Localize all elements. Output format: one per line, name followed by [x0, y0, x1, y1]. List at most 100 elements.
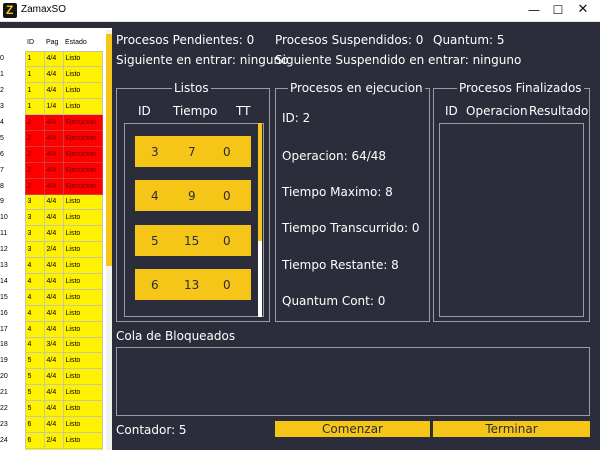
cell-estado[interactable]: Listo — [62, 288, 103, 306]
cell-id[interactable]: 3 — [24, 225, 45, 243]
ready-list-scroll-thumb[interactable] — [258, 123, 262, 241]
table-row[interactable]: 12 3 2/4 Listo — [0, 241, 103, 259]
cell-pag[interactable]: 4/4 — [43, 177, 64, 195]
table-row[interactable]: 0 1 4/4 Listo — [0, 50, 103, 68]
cell-id[interactable]: 6 — [24, 415, 45, 433]
cell-estado[interactable]: Listo — [62, 352, 103, 370]
cell-estado[interactable]: Listo — [62, 50, 103, 68]
cell-estado[interactable]: Listo — [62, 320, 103, 338]
cell-pag[interactable]: 4/4 — [43, 368, 64, 386]
ready-process-card[interactable]: 6 13 0 — [135, 269, 251, 300]
cell-estado[interactable]: Ejecucion — [62, 145, 103, 163]
cell-id[interactable]: 1 — [24, 82, 45, 100]
process-table-scrollbar[interactable] — [106, 30, 112, 450]
cell-pag[interactable]: 4/4 — [43, 352, 64, 370]
ready-process-card[interactable]: 5 15 0 — [135, 225, 251, 256]
cell-estado[interactable]: Listo — [62, 384, 103, 402]
close-button[interactable]: ✕ — [566, 0, 600, 22]
table-row[interactable]: 13 4 4/4 Listo — [0, 257, 103, 274]
cell-estado[interactable]: Ejecucion — [62, 161, 103, 179]
column-header-id[interactable]: ID — [25, 34, 44, 51]
cell-id[interactable]: 5 — [24, 368, 45, 386]
cell-id[interactable]: 3 — [24, 241, 45, 259]
cell-estado[interactable]: Ejecucion — [62, 177, 103, 195]
table-row[interactable]: 18 4 3/4 Listo — [0, 336, 103, 354]
cell-estado[interactable]: Listo — [62, 272, 103, 290]
cell-id[interactable]: 1 — [24, 98, 45, 116]
cell-pag[interactable]: 4/4 — [43, 114, 64, 131]
ready-list-scrollbar[interactable] — [258, 123, 262, 317]
table-row[interactable]: 14 4 4/4 Listo — [0, 272, 103, 290]
cell-id[interactable]: 2 — [24, 129, 45, 147]
cell-id[interactable]: 5 — [24, 352, 45, 370]
cell-estado[interactable]: Listo — [62, 431, 103, 449]
finished-process-list[interactable] — [439, 123, 584, 317]
table-row[interactable]: 7 2 4/4 Ejecucion — [0, 161, 103, 179]
cell-estado[interactable]: Listo — [62, 225, 103, 243]
table-row[interactable]: 10 3 4/4 Listo — [0, 209, 103, 227]
table-row[interactable]: 2 1 4/4 Listo — [0, 82, 103, 100]
cell-estado[interactable]: Listo — [62, 98, 103, 116]
column-header-estado[interactable]: Estado — [63, 34, 102, 51]
table-row[interactable]: 20 5 4/4 Listo — [0, 368, 103, 386]
cell-estado[interactable]: Listo — [62, 368, 103, 386]
cell-pag[interactable]: 4/4 — [43, 415, 64, 433]
cell-estado[interactable]: Listo — [62, 415, 103, 433]
cell-pag[interactable]: 2/4 — [43, 431, 64, 449]
cell-estado[interactable]: Listo — [62, 82, 103, 100]
ready-process-card[interactable]: 4 9 0 — [135, 180, 251, 211]
cell-pag[interactable]: 3/4 — [43, 336, 64, 354]
table-row[interactable]: 1 1 4/4 Listo — [0, 66, 103, 84]
cell-estado[interactable]: Listo — [62, 400, 103, 417]
cell-estado[interactable]: Listo — [62, 193, 103, 211]
cell-id[interactable]: 4 — [24, 288, 45, 306]
cell-pag[interactable]: 4/4 — [43, 384, 64, 402]
cell-pag[interactable]: 4/4 — [43, 66, 64, 84]
cell-pag[interactable]: 4/4 — [43, 209, 64, 227]
cell-estado[interactable]: Listo — [62, 209, 103, 227]
cell-pag[interactable]: 4/4 — [43, 161, 64, 179]
cell-id[interactable]: 3 — [24, 209, 45, 227]
cell-id[interactable]: 4 — [24, 304, 45, 322]
cell-id[interactable]: 1 — [24, 66, 45, 84]
cell-pag[interactable]: 4/4 — [43, 288, 64, 306]
table-row[interactable]: 11 3 4/4 Listo — [0, 225, 103, 243]
cell-id[interactable]: 2 — [24, 177, 45, 195]
table-row[interactable]: 8 2 4/4 Ejecucion — [0, 177, 103, 195]
cell-pag[interactable]: 4/4 — [43, 304, 64, 322]
cell-id[interactable]: 5 — [24, 384, 45, 402]
cell-pag[interactable]: 4/4 — [43, 257, 64, 274]
cell-id[interactable]: 4 — [24, 257, 45, 274]
cell-pag[interactable]: 4/4 — [43, 320, 64, 338]
ready-process-list[interactable]: 3 7 0 4 9 0 5 15 0 6 13 0 — [124, 123, 264, 317]
table-row[interactable]: 17 4 4/4 Listo — [0, 320, 103, 338]
cell-pag[interactable]: 4/4 — [43, 272, 64, 290]
cell-pag[interactable]: 4/4 — [43, 400, 64, 417]
process-table-scroll-thumb[interactable] — [106, 34, 112, 266]
cell-estado[interactable]: Listo — [62, 241, 103, 259]
cell-estado[interactable]: Listo — [62, 336, 103, 354]
cell-id[interactable]: 6 — [24, 431, 45, 449]
cell-pag[interactable]: 4/4 — [43, 129, 64, 147]
cell-estado[interactable]: Listo — [62, 66, 103, 84]
cell-id[interactable]: 4 — [24, 272, 45, 290]
table-row[interactable]: 15 4 4/4 Listo — [0, 288, 103, 306]
cell-pag[interactable]: 2/4 — [43, 241, 64, 259]
table-row[interactable]: 3 1 1/4 Listo — [0, 98, 103, 116]
table-row[interactable]: 6 2 4/4 Ejecucion — [0, 145, 103, 163]
cell-estado[interactable]: Ejecucion — [62, 129, 103, 147]
start-button[interactable]: Comenzar — [275, 421, 430, 437]
cell-id[interactable]: 3 — [24, 193, 45, 211]
cell-id[interactable]: 2 — [24, 114, 45, 131]
cell-pag[interactable]: 4/4 — [43, 50, 64, 68]
cell-pag[interactable]: 4/4 — [43, 225, 64, 243]
cell-id[interactable]: 2 — [24, 161, 45, 179]
column-header-pag[interactable]: Pag — [44, 34, 63, 51]
cell-pag[interactable]: 4/4 — [43, 145, 64, 163]
cell-pag[interactable]: 1/4 — [43, 98, 64, 116]
finish-button[interactable]: Terminar — [433, 421, 590, 437]
table-row[interactable]: 21 5 4/4 Listo — [0, 384, 103, 402]
table-row[interactable]: 16 4 4/4 Listo — [0, 304, 103, 322]
blocked-queue-list[interactable] — [116, 347, 590, 416]
ready-process-card[interactable]: 3 7 0 — [135, 136, 251, 167]
